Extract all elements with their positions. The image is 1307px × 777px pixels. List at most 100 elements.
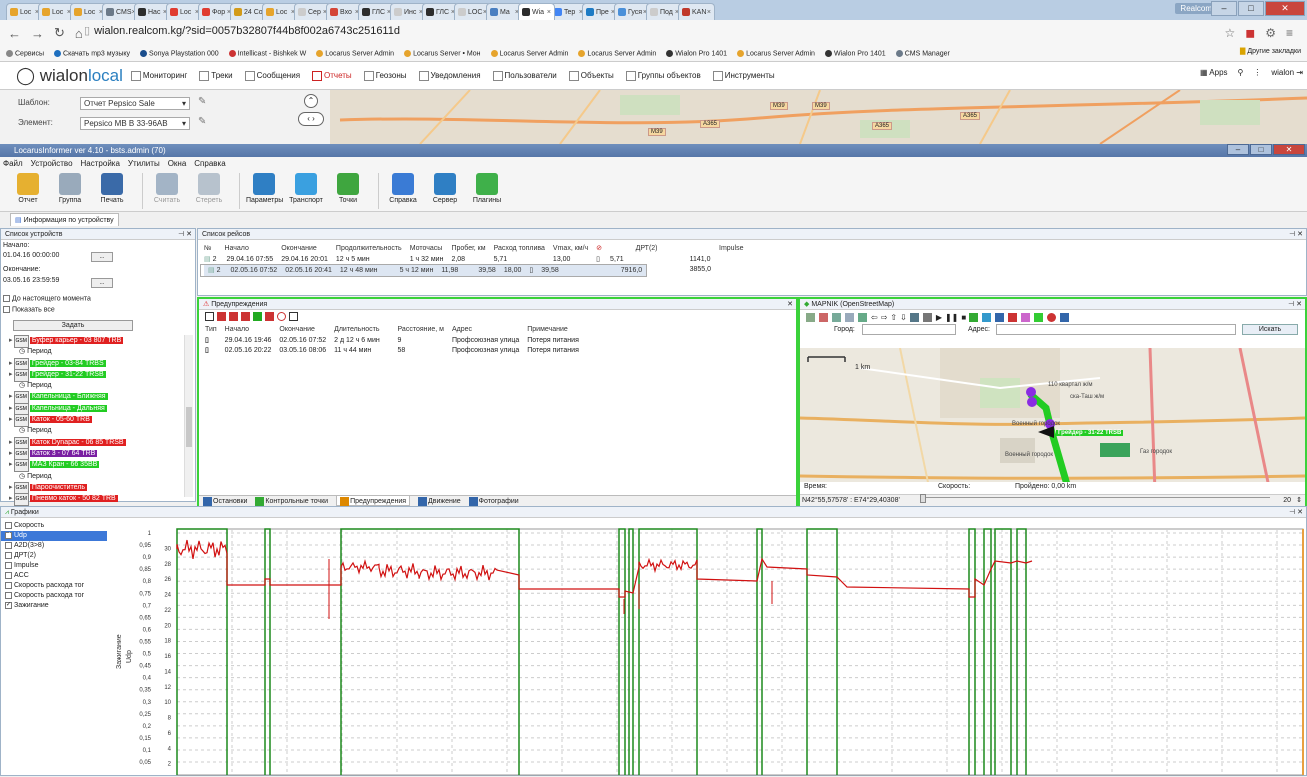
drain-filter-icon[interactable]	[253, 312, 262, 321]
bookmark-item[interactable]: Сервисы	[6, 49, 44, 57]
tab-close-icon[interactable]: ×	[547, 9, 551, 16]
show-all-checkbox[interactable]: Показать все	[3, 306, 55, 313]
column-header[interactable]: Начало	[220, 242, 277, 254]
bottom-tab[interactable]: Движение	[418, 496, 461, 506]
sensor-filter-icon[interactable]	[265, 312, 274, 321]
column-header[interactable]: Моточасы	[406, 242, 448, 254]
bookmark-item[interactable]: Locarus Server Admin	[316, 49, 394, 57]
url-field[interactable]: ▯ wialon.realcom.kg/?sid=0057b32807f44b8f…	[84, 24, 400, 37]
device-node[interactable]: ▸ GSM Грейдер - 31-22 TRSB	[9, 368, 126, 382]
alerts-icon[interactable]	[1008, 312, 1018, 322]
user-button[interactable]: wialon ⇥	[1271, 68, 1303, 77]
toolbar-button[interactable]: Справка	[385, 170, 421, 204]
column-header[interactable]: Пробег, км	[447, 242, 489, 254]
column-header[interactable]: ⊘	[592, 242, 606, 254]
device-node[interactable]: ▸ GSM Каток - 05-60 TRB	[9, 414, 126, 428]
up-arrow-icon[interactable]: ⇧	[890, 313, 897, 322]
view-icon[interactable]	[858, 312, 867, 322]
column-header[interactable]: Адрес	[448, 323, 523, 335]
device-node[interactable]: ▸ GSM Буфер карьер - 03 807 TRB	[9, 335, 126, 348]
menu-item[interactable]: Устройство	[31, 157, 73, 170]
wialon-map-strip[interactable]: M39 M39 M39 A365 A365 A365 Шаблон: Отчет Peps…	[0, 90, 1307, 144]
expand-icon[interactable]: ▸	[9, 461, 13, 468]
graph-option[interactable]: Скорость	[1, 521, 107, 531]
zones-icon[interactable]	[1021, 312, 1031, 322]
column-header[interactable]: Окончание	[277, 242, 332, 254]
pin-icon[interactable]: ⊣ ✕	[1288, 299, 1302, 310]
column-header[interactable]	[606, 242, 632, 254]
expand-icon[interactable]: ▸	[9, 439, 13, 446]
layer-icon[interactable]	[806, 312, 815, 322]
toolbar-button[interactable]: Сервер	[427, 170, 463, 204]
back-arrow-icon[interactable]: ⇦	[871, 313, 878, 322]
expand-icon[interactable]: ▸	[9, 371, 13, 378]
bookmark-item[interactable]: Wialon Pro 1401	[666, 49, 727, 57]
toolbar-button[interactable]: Считать	[149, 170, 185, 204]
camera-icon[interactable]	[1060, 312, 1070, 322]
track-icon[interactable]	[969, 312, 979, 322]
record-icon[interactable]	[909, 312, 919, 322]
wialon-nav-item[interactable]: Треки	[199, 70, 233, 81]
bookmark-item[interactable]: Wialon Pro 1401	[824, 49, 886, 57]
other-bookmarks[interactable]: ▇ Другие закладки	[1240, 47, 1301, 55]
period-node[interactable]: ◷ Период	[9, 471, 126, 482]
scrollbar-thumb[interactable]	[186, 407, 192, 447]
expand-icon[interactable]: ▸	[9, 337, 13, 344]
wialon-nav-item[interactable]: Сообщения	[244, 70, 300, 81]
search-button[interactable]: Искать	[1242, 324, 1298, 335]
graph-option[interactable]: Impulse	[1, 561, 107, 571]
points-icon[interactable]	[982, 312, 992, 322]
signal-filter-icon[interactable]	[217, 312, 226, 321]
extension-icon[interactable]: ◼	[1245, 26, 1255, 40]
bottom-tab[interactable]: Контрольные точки	[255, 496, 328, 506]
stop-icon[interactable]: ■	[961, 313, 966, 322]
target-icon[interactable]	[1047, 312, 1057, 322]
end-value[interactable]: 03.05.16 23:59:59	[3, 277, 59, 284]
settings-icon[interactable]: ⚙	[1265, 26, 1276, 40]
zoom-slider-thumb[interactable]	[920, 494, 926, 503]
browser-tab[interactable]: Wia ×	[518, 3, 555, 20]
column-header[interactable]: Длительность	[330, 323, 393, 335]
column-header[interactable]: Расход топлива	[490, 242, 549, 254]
route-icon[interactable]	[832, 312, 841, 322]
column-header[interactable]: ДРТ(2)	[632, 242, 715, 254]
bookmark-item[interactable]: Sonya Playstation 000	[140, 49, 219, 57]
table-row[interactable]: ▯ 29.04.16 19:46 02.05.16 07:52 2 д 12 ч 6 …	[201, 335, 583, 345]
maximize-button[interactable]: □	[1238, 1, 1264, 16]
bottom-tab[interactable]: Фотографии	[468, 496, 519, 506]
pan-up-icon[interactable]: ⌃	[304, 94, 318, 108]
device-scrollbar[interactable]	[184, 335, 193, 497]
search-icon[interactable]: ⚲	[1238, 68, 1244, 77]
graph-option[interactable]: ACC	[1, 571, 107, 581]
toolbar-button[interactable]: Отчет	[10, 170, 46, 204]
marker-icon[interactable]	[819, 312, 828, 322]
expand-icon[interactable]: ▸	[9, 360, 13, 367]
play-icon[interactable]: ▶	[936, 313, 942, 322]
device-node[interactable]: ▸ GSM МАЗ Кран - 66 35BB	[9, 459, 126, 473]
star-icon[interactable]: ☆	[1224, 26, 1235, 40]
toolbar-button[interactable]: Печать	[94, 170, 130, 204]
expand-icon[interactable]: ▸	[9, 495, 13, 502]
pan-left-right-icon[interactable]: ‹ ›	[298, 112, 324, 126]
column-header[interactable]: Тип	[201, 323, 221, 335]
graph-option[interactable]: Скорость расхода тог	[1, 591, 107, 601]
menu-item[interactable]: Справка	[194, 157, 225, 170]
table-row[interactable]: ▯ 02.05.16 20:22 03.05.16 08:06 11 ч 44 мин…	[201, 345, 583, 355]
speed-icon[interactable]	[1034, 312, 1044, 322]
expand-icon[interactable]: ▸	[9, 450, 13, 457]
toolbar-button[interactable]: Стереть	[191, 170, 227, 204]
device-node[interactable]: ▸ GSM Пневмо каток - 50 82 TRB	[9, 493, 126, 507]
expand-icon[interactable]: ▸	[9, 393, 13, 400]
table-row[interactable]: ▤ 2 02.05.16 07:52 02.05.16 20:41 12 ч 48 м…	[200, 264, 648, 277]
forward-icon[interactable]: →	[31, 26, 44, 41]
app-minimize-button[interactable]: –	[1227, 144, 1249, 155]
graph-option[interactable]: ✓ Udp	[1, 531, 107, 541]
down-arrow-icon[interactable]: ⇩	[900, 313, 907, 322]
bookmark-item[interactable]: Locarus Server • Мон	[404, 49, 481, 57]
wialon-nav-item[interactable]: Отчеты	[312, 70, 352, 81]
start-picker-button[interactable]: ...	[91, 252, 113, 262]
graph-option[interactable]: Скорость расхода тог	[1, 581, 107, 591]
menu-item[interactable]: Файл	[3, 157, 23, 170]
bookmark-item[interactable]: Locarus Server Admin	[490, 49, 568, 57]
home-icon[interactable]: ⌂	[75, 26, 83, 41]
